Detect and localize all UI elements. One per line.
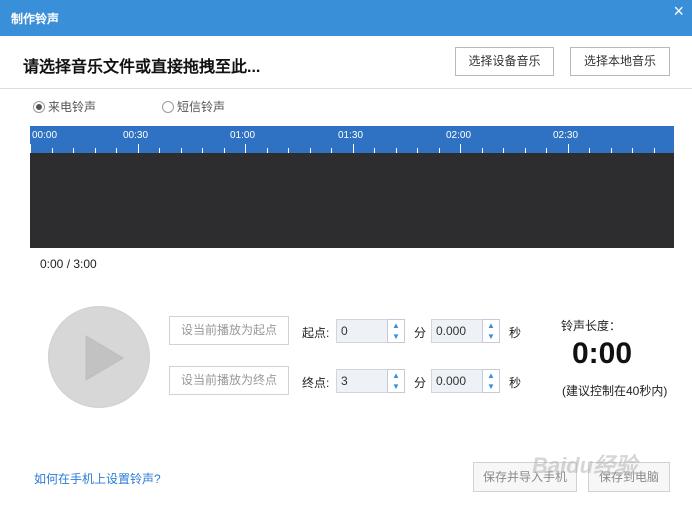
radio-label: 短信铃声: [177, 100, 226, 114]
tick-mark: [245, 144, 246, 153]
tick-label: 00:00: [32, 130, 58, 141]
play-icon: [85, 335, 124, 381]
second-unit: 秒: [509, 376, 522, 390]
chevron-down-icon[interactable]: ▼: [388, 331, 404, 342]
timeline-ruler[interactable]: 00:00 00:30 01:00 01:30 02:00 02:30: [30, 126, 674, 153]
waveform-area[interactable]: [30, 153, 674, 248]
select-local-music-button[interactable]: 选择本地音乐: [570, 47, 670, 76]
tick-label: 01:30: [338, 130, 364, 141]
tick-mark: [567, 144, 569, 153]
end-minutes-stepper[interactable]: 3 ▲ ▼: [336, 369, 406, 393]
title-bar: 制作铃声 ×: [0, 0, 692, 36]
stepper-arrows[interactable]: ▲ ▼: [387, 319, 405, 343]
chevron-down-icon[interactable]: ▼: [483, 331, 499, 342]
drop-prompt[interactable]: 请选择音乐文件或直接拖拽至此...: [23, 53, 260, 77]
tick-label: 00:30: [123, 130, 149, 141]
tick-label: 02:00: [446, 130, 472, 141]
start-minutes-field[interactable]: 0: [336, 319, 388, 343]
select-device-music-button[interactable]: 选择设备音乐: [455, 47, 554, 76]
minute-unit: 分: [414, 376, 427, 390]
tick-label: 01:00: [230, 130, 256, 141]
set-end-button[interactable]: 设当前播放为终点: [169, 366, 289, 395]
chevron-up-icon[interactable]: ▲: [483, 320, 499, 331]
end-label: 终点:: [302, 376, 330, 390]
tick-mark: [30, 144, 31, 153]
radio-checked-icon[interactable]: [33, 101, 45, 113]
play-button[interactable]: [48, 306, 150, 408]
radio-sms[interactable]: 短信铃声: [162, 98, 225, 114]
stepper-arrows[interactable]: ▲ ▼: [482, 369, 500, 393]
stepper-arrows[interactable]: ▲ ▼: [482, 319, 500, 343]
tick-mark: [352, 144, 354, 153]
chevron-up-icon[interactable]: ▲: [483, 370, 499, 381]
ringtone-length-hint: (建议控制在40秒内): [562, 384, 668, 398]
tick-mark: [460, 144, 461, 153]
stepper-arrows[interactable]: ▲ ▼: [387, 369, 405, 393]
end-seconds-field[interactable]: 0.000: [431, 369, 483, 393]
end-seconds-stepper[interactable]: 0.000 ▲ ▼: [431, 369, 501, 393]
start-seconds-stepper[interactable]: 0.000 ▲ ▼: [431, 319, 501, 343]
radio-unchecked-icon[interactable]: [162, 101, 174, 113]
tick-mark: [137, 144, 139, 153]
chevron-down-icon[interactable]: ▼: [388, 381, 404, 392]
close-icon[interactable]: ×: [673, 2, 684, 20]
start-minutes-stepper[interactable]: 0 ▲ ▼: [336, 319, 406, 343]
set-start-button[interactable]: 设当前播放为起点: [169, 316, 289, 345]
chevron-up-icon[interactable]: ▲: [388, 370, 404, 381]
start-seconds-field[interactable]: 0.000: [431, 319, 483, 343]
radio-label: 来电铃声: [48, 100, 97, 114]
window-title: 制作铃声: [11, 12, 60, 26]
chevron-up-icon[interactable]: ▲: [388, 320, 404, 331]
ringtone-length-value: 0:00: [572, 337, 633, 370]
baidu-watermark: Baidu经验: [532, 453, 638, 478]
end-minutes-field[interactable]: 3: [336, 369, 388, 393]
start-label: 起点:: [302, 326, 330, 340]
radio-incoming-call[interactable]: 来电铃声: [33, 98, 96, 114]
time-readout: 0:00 / 3:00: [40, 257, 97, 271]
ringtone-length-label: 铃声长度：: [561, 319, 622, 333]
second-unit: 秒: [509, 326, 522, 340]
help-link[interactable]: 如何在手机上设置铃声?: [34, 470, 161, 487]
chevron-down-icon[interactable]: ▼: [483, 381, 499, 392]
minute-unit: 分: [414, 326, 427, 340]
file-select-header: 请选择音乐文件或直接拖拽至此... 选择设备音乐 选择本地音乐: [0, 36, 692, 89]
tick-label: 02:30: [553, 130, 579, 141]
